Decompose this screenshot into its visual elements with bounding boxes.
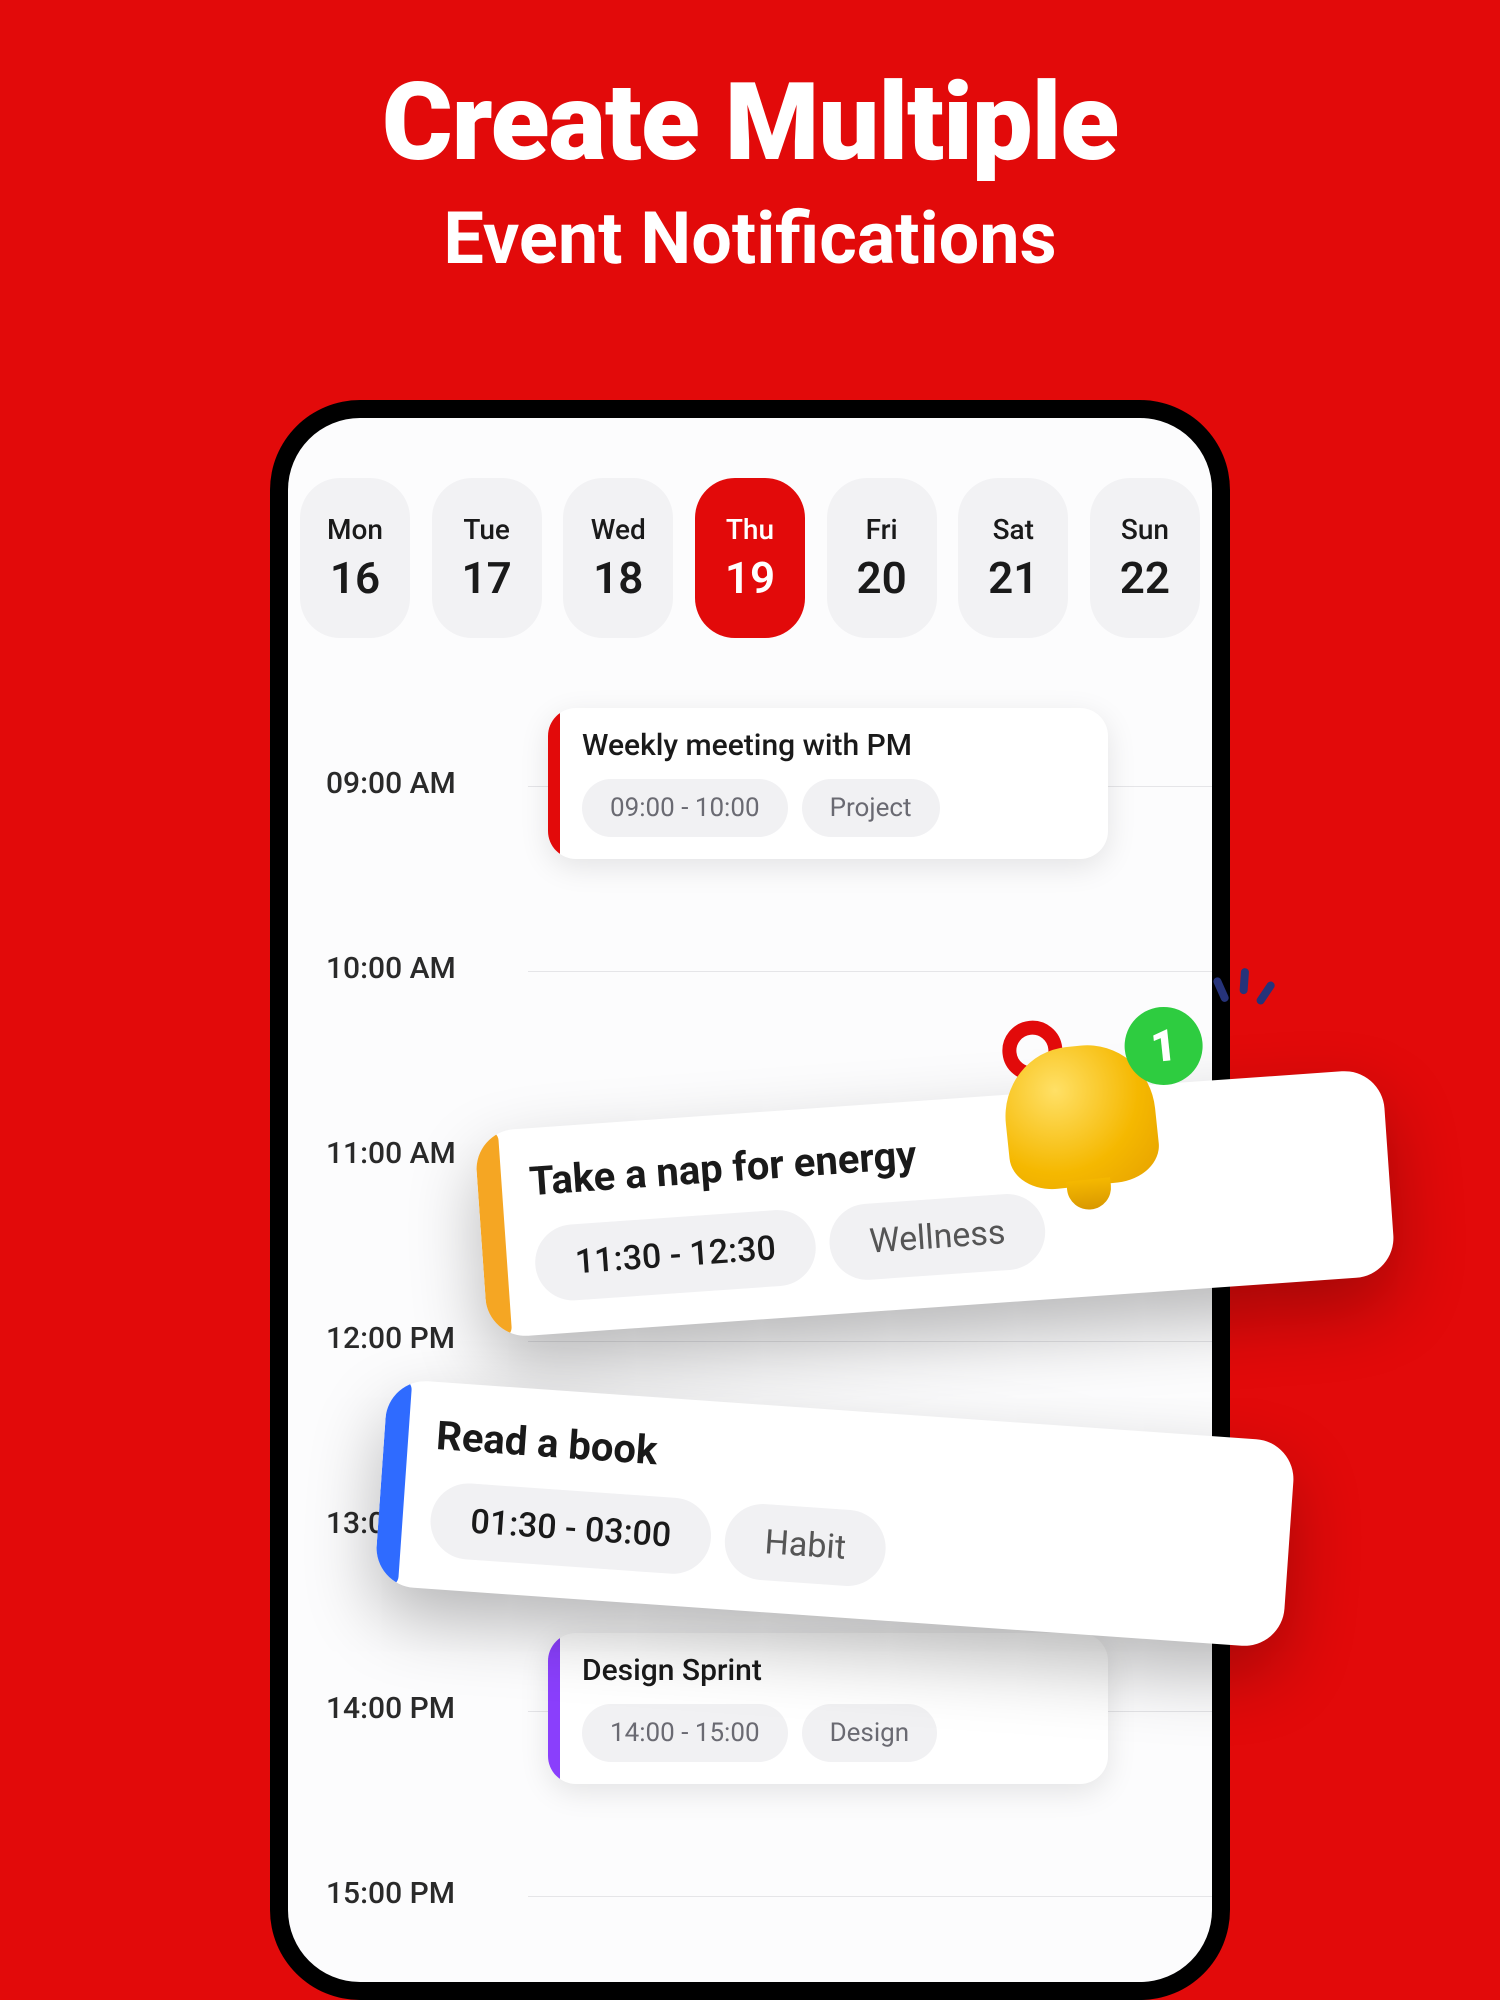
day-of-week: Thu <box>726 513 774 546</box>
event-time-pill: 14:00 - 15:00 <box>582 1704 788 1762</box>
event-time-pill: 01:30 - 03:00 <box>428 1481 714 1576</box>
time-label: 14:00 PM <box>326 1691 455 1726</box>
week-day-strip: Mon 16 Tue 17 Wed 18 Thu 19 Fri 20 Sat 2… <box>288 418 1212 668</box>
day-of-week: Mon <box>327 513 383 546</box>
day-of-week: Sun <box>1121 513 1169 546</box>
event-title: Design Sprint <box>582 1653 937 1688</box>
hero-subheading: Event Notifications <box>0 196 1500 281</box>
time-label: 11:00 AM <box>326 1136 456 1171</box>
event-stripe <box>548 1633 560 1784</box>
day-pill-sun[interactable]: Sun 22 <box>1090 478 1200 638</box>
day-pill-mon[interactable]: Mon 16 <box>300 478 410 638</box>
day-pill-wed[interactable]: Wed 18 <box>563 478 673 638</box>
time-label: 09:00 AM <box>326 766 456 801</box>
hero-title: Create Multiple Event Notifications <box>0 0 1500 281</box>
day-number: 22 <box>1120 552 1170 604</box>
bell-icon: 1 <box>990 1010 1210 1230</box>
event-tag-pill: Design <box>802 1704 938 1762</box>
time-gridline <box>528 1896 1212 1897</box>
bell-clapper <box>1066 1177 1113 1211</box>
day-of-week: Sat <box>993 513 1034 546</box>
event-time-pill: 11:30 - 12:30 <box>533 1208 819 1303</box>
day-number: 21 <box>988 552 1038 604</box>
event-stripe <box>548 708 560 859</box>
day-of-week: Fri <box>866 513 898 546</box>
time-row-1500: 15:00 PM <box>288 1818 1212 1982</box>
day-pill-sat[interactable]: Sat 21 <box>958 478 1068 638</box>
event-card-meeting[interactable]: Weekly meeting with PM 09:00 - 10:00 Pro… <box>548 708 1108 859</box>
time-label: 10:00 AM <box>326 951 456 986</box>
event-tag-pill: Project <box>802 779 940 837</box>
event-title: Take a nap for energy <box>528 1123 1041 1206</box>
event-card-design[interactable]: Design Sprint 14:00 - 15:00 Design <box>548 1633 1108 1784</box>
event-title: Read a book <box>435 1412 893 1491</box>
day-number: 16 <box>330 552 380 604</box>
day-number: 17 <box>462 552 512 604</box>
event-time-pill: 09:00 - 10:00 <box>582 779 788 837</box>
time-row-1400: 14:00 PM Design Sprint 14:00 - 15:00 Des… <box>288 1633 1212 1818</box>
day-number: 19 <box>725 552 775 604</box>
time-gridline <box>528 1341 1212 1342</box>
event-title: Weekly meeting with PM <box>582 728 940 763</box>
time-label: 12:00 PM <box>326 1321 455 1356</box>
day-number: 20 <box>856 552 906 604</box>
hero-heading: Create Multiple <box>0 60 1500 186</box>
time-gridline <box>528 971 1212 972</box>
day-of-week: Wed <box>591 513 646 546</box>
day-number: 18 <box>593 552 643 604</box>
time-label: 15:00 PM <box>326 1876 455 1911</box>
day-pill-fri[interactable]: Fri 20 <box>827 478 937 638</box>
day-of-week: Tue <box>463 513 510 546</box>
day-pill-tue[interactable]: Tue 17 <box>432 478 542 638</box>
time-row-0900: 09:00 AM Weekly meeting with PM 09:00 - … <box>288 708 1212 893</box>
timeline: 09:00 AM Weekly meeting with PM 09:00 - … <box>288 668 1212 1982</box>
event-tag-pill: Habit <box>722 1501 888 1588</box>
day-pill-thu[interactable]: Thu 19 <box>695 478 805 638</box>
